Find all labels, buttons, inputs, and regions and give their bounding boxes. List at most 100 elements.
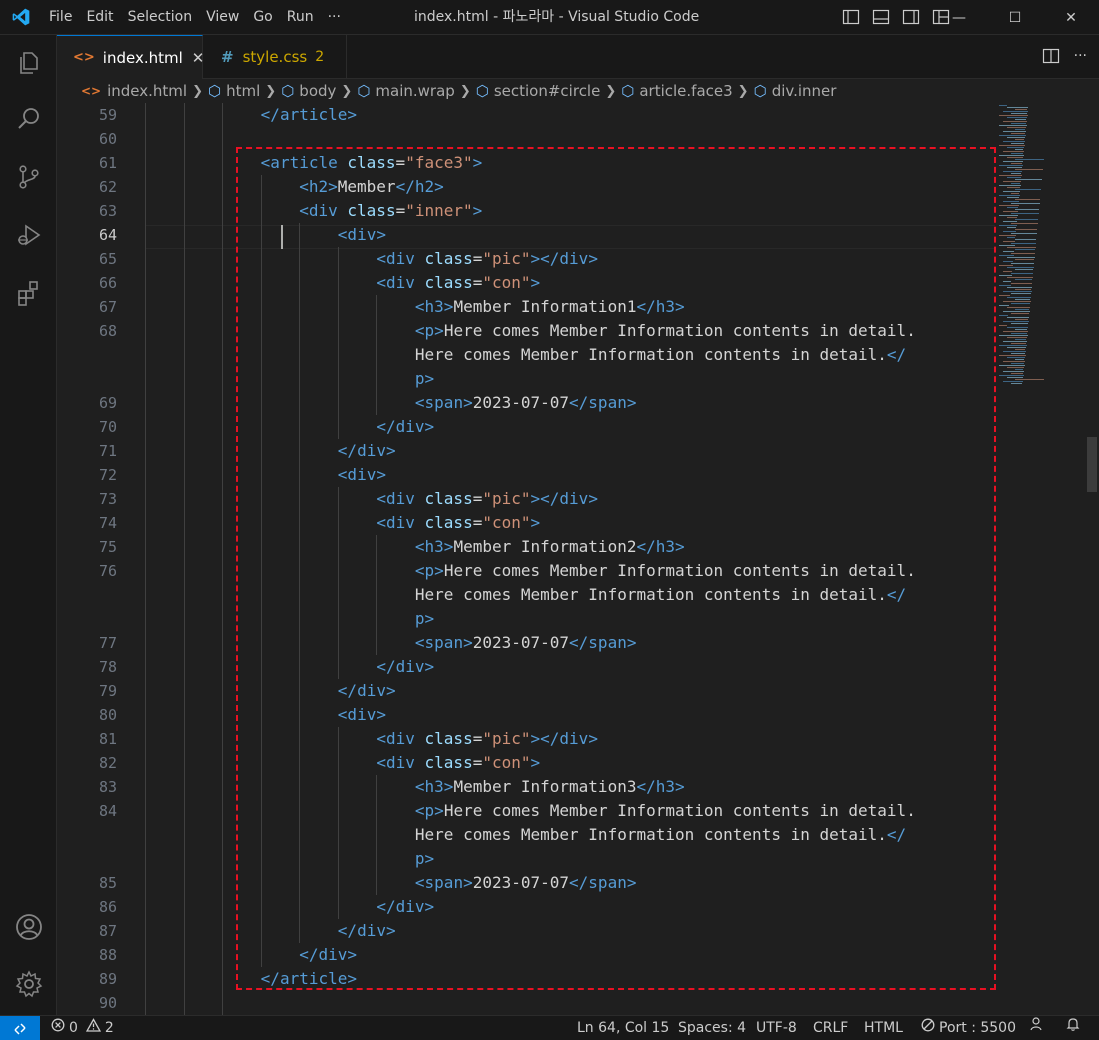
code-line[interactable]: Here comes Member Information contents i…: [415, 823, 906, 847]
search-icon[interactable]: [0, 95, 57, 143]
split-editor-icon[interactable]: [1042, 47, 1060, 69]
breadcrumb-item-div[interactable]: ⬡ div.inner: [754, 82, 837, 100]
cursor-position[interactable]: Ln 64, Col 15: [577, 1016, 669, 1040]
live-server-port[interactable]: Port : 5500: [921, 1016, 1016, 1040]
language-mode[interactable]: HTML: [864, 1016, 903, 1040]
code-line[interactable]: </div>: [338, 919, 396, 943]
code-line[interactable]: <h3>Member Information3</h3>: [415, 775, 685, 799]
run-and-debug-icon[interactable]: [0, 211, 57, 259]
code-line[interactable]: <p>Here comes Member Information content…: [415, 559, 916, 583]
toggle-primary-sidebar-icon[interactable]: [842, 8, 860, 26]
code-line[interactable]: </div>: [376, 895, 434, 919]
vscode-logo-icon[interactable]: [0, 0, 42, 35]
minimap-line: [1011, 303, 1030, 304]
menu-run[interactable]: Run: [280, 0, 321, 35]
minimap-line: [1003, 371, 1024, 372]
code-line[interactable]: <p>Here comes Member Information content…: [415, 319, 916, 343]
breadcrumb-label: html: [226, 82, 261, 100]
code-line[interactable]: Here comes Member Information contents i…: [415, 343, 906, 367]
code-line[interactable]: p>: [415, 367, 434, 391]
code-line[interactable]: p>: [415, 607, 434, 631]
code-editor[interactable]: 59 60 61 62 63 64 65 66 67 68 69 70 71 72 73 74 75 76 77 78…: [57, 103, 1099, 1015]
code-line[interactable]: <div class="pic"></div>: [376, 727, 598, 751]
indent-guide: [183, 103, 185, 1015]
code-line[interactable]: </div>: [376, 415, 434, 439]
minimap-line: [1003, 191, 1020, 192]
code-line[interactable]: </article>: [261, 967, 357, 991]
code-line[interactable]: <p>Here comes Member Information content…: [415, 799, 916, 823]
eol-setting[interactable]: CRLF: [813, 1016, 848, 1040]
minimap-line: [1003, 341, 1027, 342]
code-token: </div>: [299, 945, 358, 964]
code-line[interactable]: p>: [415, 847, 434, 871]
explorer-icon[interactable]: [0, 39, 57, 87]
code-line[interactable]: <div class="con">: [376, 271, 540, 295]
tab-index-html[interactable]: <> index.html ✕: [57, 35, 204, 79]
code-token: =: [472, 729, 483, 748]
close-window-button[interactable]: ✕: [1043, 0, 1099, 35]
minimap[interactable]: [995, 103, 1085, 1015]
code-token: >: [530, 753, 541, 772]
menu-more[interactable]: ···: [321, 0, 348, 35]
element-cube-icon: ⬡: [753, 82, 767, 100]
code-line[interactable]: <article class="face3">: [261, 151, 483, 175]
code-line[interactable]: <div>: [338, 463, 386, 487]
minimap-line: [1003, 171, 1022, 172]
scrollbar-thumb[interactable]: [1087, 437, 1097, 492]
minimap-line: [1011, 123, 1026, 124]
toggle-panel-icon[interactable]: [872, 8, 890, 26]
breadcrumb-item-section[interactable]: ⬡ section#circle: [476, 82, 601, 100]
breadcrumb-item-body[interactable]: ⬡ body: [281, 82, 336, 100]
code-line[interactable]: Here comes Member Information contents i…: [415, 583, 906, 607]
notifications-bell-icon[interactable]: [1065, 1016, 1081, 1032]
maximize-button[interactable]: ☐: [987, 0, 1043, 35]
code-line[interactable]: <div>: [338, 223, 386, 247]
indent-guide: [337, 247, 339, 439]
breadcrumb-item-file[interactable]: <> index.html: [81, 82, 187, 100]
indentation-setting[interactable]: Spaces: 4: [678, 1016, 746, 1040]
code-line[interactable]: <div class="con">: [376, 751, 540, 775]
breadcrumb-item-html[interactable]: ⬡ html: [208, 82, 260, 100]
source-control-icon[interactable]: [0, 153, 57, 201]
code-line[interactable]: <div class="con">: [376, 511, 540, 535]
more-actions-icon[interactable]: ···: [1074, 47, 1087, 69]
code-line[interactable]: <span>2023-07-07</span>: [415, 391, 637, 415]
code-line[interactable]: <div>: [338, 703, 386, 727]
code-line[interactable]: <div class="pic"></div>: [376, 247, 598, 271]
code-line[interactable]: <div class="inner">: [299, 199, 482, 223]
code-line[interactable]: <h3>Member Information2</h3>: [415, 535, 685, 559]
menu-go[interactable]: Go: [246, 0, 279, 35]
code-line[interactable]: <h2>Member</h2>: [299, 175, 444, 199]
vertical-scrollbar[interactable]: [1085, 103, 1099, 1015]
manage-gear-icon[interactable]: [0, 960, 57, 1008]
encoding-setting[interactable]: UTF-8: [756, 1016, 797, 1040]
tab-style-css[interactable]: # style.css 2: [203, 35, 347, 79]
line-number: 72: [98, 466, 117, 484]
breadcrumb-item-main[interactable]: ⬡ main.wrap: [357, 82, 455, 100]
code-line[interactable]: </div>: [299, 943, 357, 967]
code-line[interactable]: </article>: [261, 103, 357, 127]
minimap-line: [1011, 193, 1019, 194]
code-token: <article: [260, 153, 348, 172]
menu-edit[interactable]: Edit: [79, 0, 120, 35]
toggle-secondary-sidebar-icon[interactable]: [902, 8, 920, 26]
menu-selection[interactable]: Selection: [121, 0, 200, 35]
minimize-button[interactable]: —: [931, 0, 987, 35]
problems-status[interactable]: 0 2: [51, 1016, 114, 1040]
menu-file[interactable]: File: [42, 0, 79, 35]
remote-indicator-icon[interactable]: [0, 1016, 40, 1040]
line-number: 83: [98, 778, 117, 796]
menu-view[interactable]: View: [199, 0, 246, 35]
extensions-icon[interactable]: [0, 269, 57, 317]
minimap-line: [999, 125, 1027, 126]
feedback-icon[interactable]: [1029, 1016, 1045, 1032]
code-line[interactable]: </div>: [338, 439, 396, 463]
code-line[interactable]: <span>2023-07-07</span>: [415, 871, 637, 895]
breadcrumb-item-article[interactable]: ⬡ article.face3: [621, 82, 732, 100]
code-line[interactable]: <h3>Member Information1</h3>: [415, 295, 685, 319]
code-line[interactable]: </div>: [376, 655, 434, 679]
code-line[interactable]: <span>2023-07-07</span>: [415, 631, 637, 655]
code-line[interactable]: <div class="pic"></div>: [376, 487, 598, 511]
code-line[interactable]: </div>: [338, 679, 396, 703]
accounts-icon[interactable]: [0, 903, 57, 951]
